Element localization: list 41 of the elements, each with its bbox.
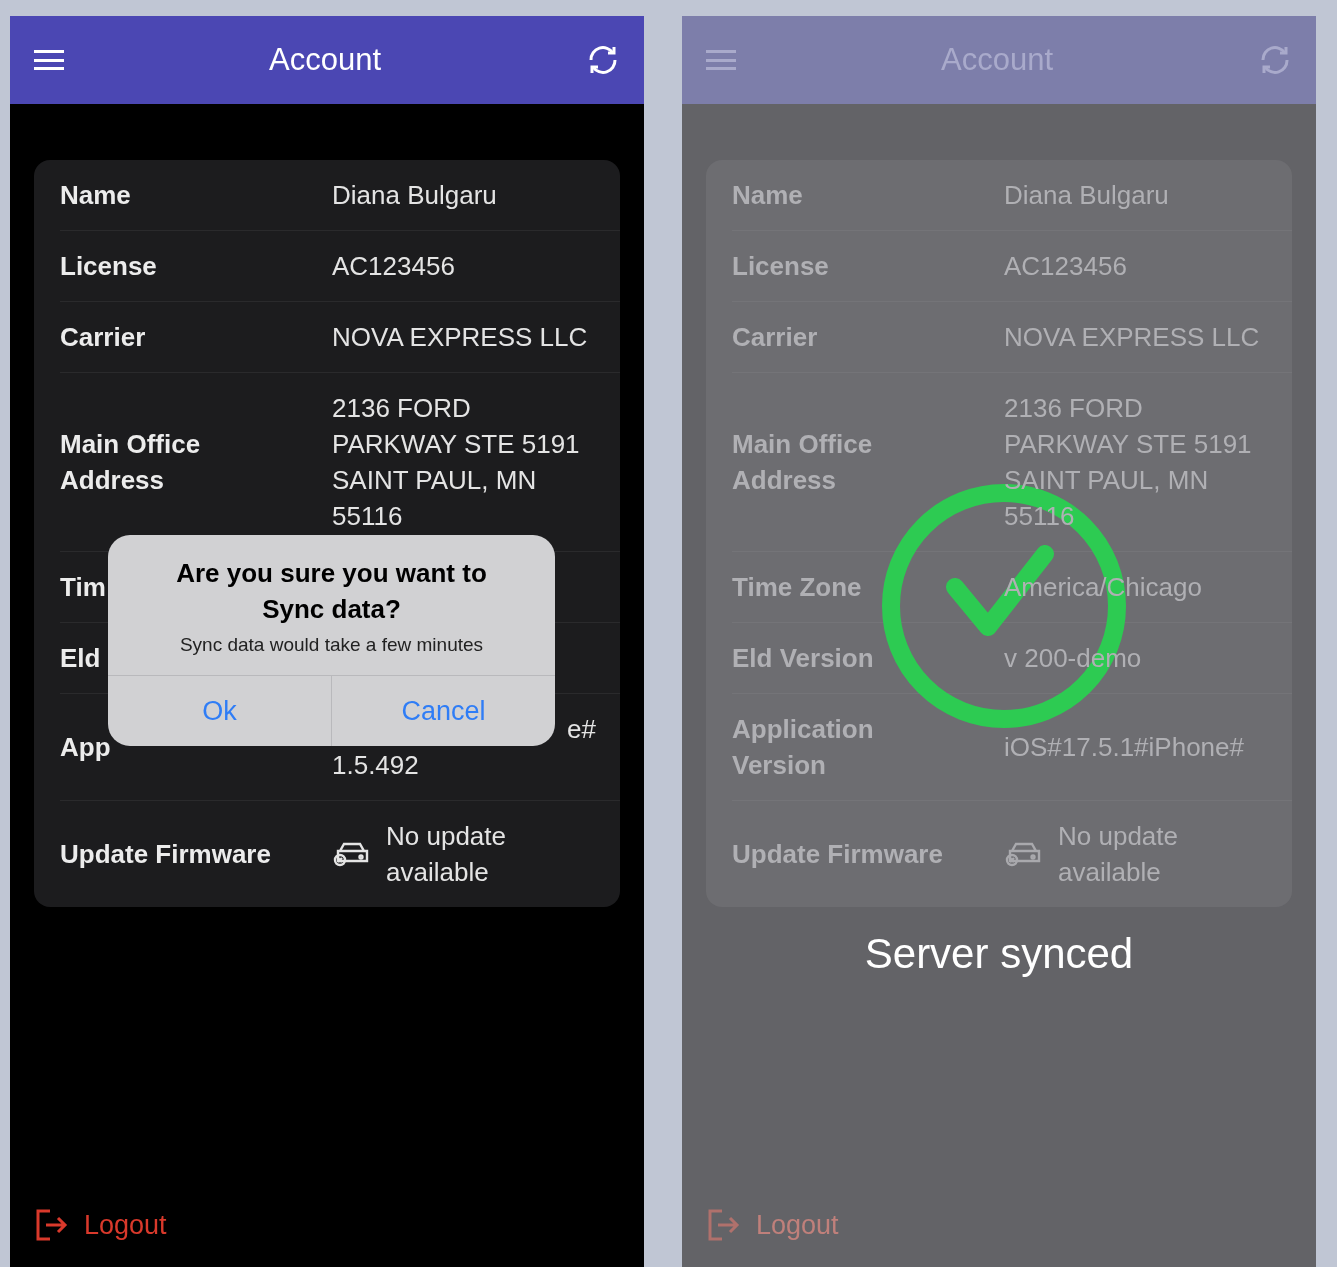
field-value: AC123456 [1004, 250, 1127, 283]
logout-icon [34, 1207, 68, 1242]
field-value: Diana Bulgaru [332, 179, 497, 212]
dialog-button[interactable]: Ok [108, 676, 331, 746]
field-value: No update available [1058, 820, 1178, 889]
field-value: iOS#17.5.1#iPhone# [1004, 731, 1244, 764]
field-label: Name [60, 179, 131, 212]
field-label: Update Firmware [60, 838, 271, 871]
car-icon [1004, 841, 1042, 867]
dialog-message: Sync data would take a few minutes [179, 633, 484, 657]
field-label: Main Office Address [732, 428, 874, 497]
field-value: 2136 FORD PARKWAY STE 5191 SAINT PAUL, MN 55116 [332, 392, 580, 533]
field-label: Name [732, 179, 803, 212]
field-label: Main Office Address [60, 428, 202, 497]
field-label: Eld [60, 642, 101, 675]
field-label: License [732, 250, 829, 283]
field-value: No update available [386, 820, 506, 889]
header-title: Account [269, 40, 381, 79]
field-value: NOVA EXPRESS LLC [332, 321, 588, 354]
menu-icon[interactable] [34, 50, 64, 70]
field-label: License [60, 250, 157, 283]
field-value: Diana Bulgaru [1004, 179, 1169, 212]
dialog-button[interactable]: Cancel [331, 676, 555, 746]
field-label: Time Zone [732, 571, 862, 604]
field-label: Eld Version [732, 642, 874, 675]
field-label: App [60, 731, 111, 764]
field-label: Carrier [732, 321, 818, 354]
dialog-title: Are you sure you want to Sync data? [175, 557, 488, 626]
logout-button[interactable]: Logout [706, 1204, 839, 1245]
field-value: e# [567, 713, 596, 746]
field-label: Tim [60, 571, 106, 604]
field-label: Carrier [60, 321, 146, 354]
logout-icon [706, 1207, 740, 1242]
field-value: 1.5.492 [332, 749, 419, 782]
toast-message: Server synced [864, 929, 1134, 979]
field-value: NOVA EXPRESS LLC [1004, 321, 1260, 354]
field-value: AC123456 [332, 250, 455, 283]
logout-button[interactable]: Logout [34, 1204, 167, 1245]
field-label: Update Firmware [732, 838, 943, 871]
field-label: Application Version [732, 713, 875, 782]
car-icon [332, 841, 370, 867]
